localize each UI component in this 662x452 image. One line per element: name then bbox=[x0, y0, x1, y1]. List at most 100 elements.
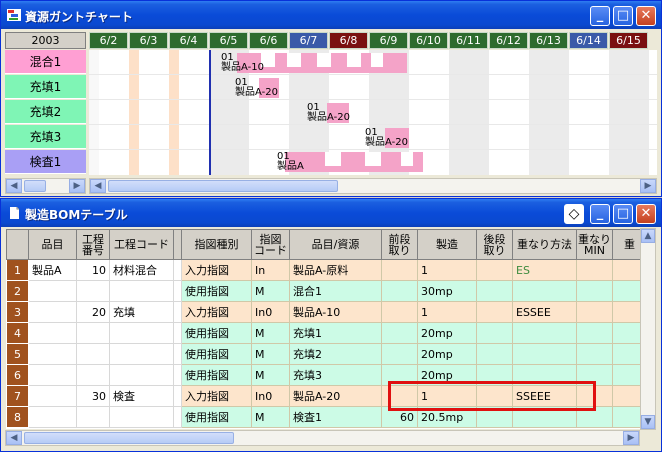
cell-empty[interactable] bbox=[173, 301, 182, 323]
col-header-extra[interactable]: 重 bbox=[612, 229, 642, 260]
col-header-post[interactable]: 後段 取り bbox=[476, 229, 513, 260]
cell-overlap[interactable]: ES bbox=[512, 259, 577, 281]
cell-inst-code[interactable]: M bbox=[251, 280, 290, 302]
cell-overlap[interactable]: ESSEE bbox=[512, 301, 577, 323]
cell-inst-code[interactable]: M bbox=[251, 322, 290, 344]
cell-step-code[interactable] bbox=[109, 280, 174, 302]
cell-empty[interactable] bbox=[612, 259, 642, 281]
cell-inst-type[interactable]: 使用指図 bbox=[181, 343, 252, 365]
col-header-inst-type[interactable]: 指図種別 bbox=[181, 229, 252, 260]
cell-item[interactable] bbox=[28, 301, 77, 323]
cell-overlap[interactable] bbox=[512, 280, 577, 302]
cell-pre[interactable] bbox=[381, 322, 418, 344]
scroll-right-arrow-icon[interactable]: ▶ bbox=[623, 431, 639, 445]
cell-item-res[interactable]: 混合1 bbox=[289, 280, 382, 302]
maximize-button[interactable]: □ bbox=[613, 6, 633, 26]
cell-inst-code[interactable]: M bbox=[251, 406, 290, 428]
cell-empty[interactable] bbox=[612, 301, 642, 323]
resource-label[interactable]: 充填1 bbox=[5, 75, 86, 99]
cell-empty[interactable] bbox=[612, 385, 642, 407]
cell-post[interactable] bbox=[476, 322, 513, 344]
cell-empty[interactable] bbox=[612, 343, 642, 365]
cell-item-res[interactable]: 充填1 bbox=[289, 322, 382, 344]
scroll-thumb[interactable] bbox=[24, 180, 46, 192]
scroll-left-arrow-icon[interactable]: ◀ bbox=[6, 179, 22, 193]
cell-step-no[interactable] bbox=[76, 322, 110, 344]
cell-inst-code[interactable]: M bbox=[251, 364, 290, 386]
scroll-thumb[interactable] bbox=[24, 432, 234, 444]
cell-step-no[interactable]: 30 bbox=[76, 385, 110, 407]
cell-step-code[interactable]: 充填 bbox=[109, 301, 174, 323]
cell-item[interactable] bbox=[28, 322, 77, 344]
cell-item-res[interactable]: 製品A-原料 bbox=[289, 259, 382, 281]
cell-step-no[interactable] bbox=[76, 364, 110, 386]
col-header-step-no[interactable]: 工程 番号 bbox=[76, 229, 110, 260]
scroll-up-arrow-icon[interactable]: ▲ bbox=[641, 229, 655, 243]
row-number[interactable]: 2 bbox=[6, 280, 29, 302]
bom-vertical-scrollbar[interactable]: ▲ ▼ bbox=[640, 228, 656, 430]
col-header-inst-code[interactable]: 指図 コード bbox=[251, 229, 290, 260]
table-row[interactable]: 3 20 充填 入力指図 In0 製品A-10 1 ESSEE bbox=[6, 301, 642, 323]
cell-overlap-min[interactable] bbox=[576, 322, 613, 344]
cell-mfg[interactable]: 20mp bbox=[417, 322, 477, 344]
cell-step-code[interactable] bbox=[109, 364, 174, 386]
cell-post[interactable] bbox=[476, 280, 513, 302]
table-row[interactable]: 5 使用指図 M 充填2 20mp bbox=[6, 343, 642, 365]
cell-item[interactable] bbox=[28, 343, 77, 365]
cell-mfg[interactable]: 1 bbox=[417, 259, 477, 281]
cell-empty[interactable] bbox=[173, 259, 182, 281]
cell-pre[interactable] bbox=[381, 280, 418, 302]
cell-mfg[interactable]: 20mp bbox=[417, 343, 477, 365]
row-number[interactable]: 1 bbox=[6, 259, 29, 281]
cell-item[interactable] bbox=[28, 385, 77, 407]
cell-empty[interactable] bbox=[173, 322, 182, 344]
col-header-overlap[interactable]: 重なり方法 bbox=[512, 229, 577, 260]
row-number[interactable]: 4 bbox=[6, 322, 29, 344]
cell-item[interactable] bbox=[28, 280, 77, 302]
cell-overlap[interactable] bbox=[512, 322, 577, 344]
resource-label[interactable]: 検査1 bbox=[5, 150, 86, 174]
cell-empty[interactable] bbox=[173, 406, 182, 428]
cell-inst-type[interactable]: 入力指図 bbox=[181, 259, 252, 281]
maximize-button[interactable]: □ bbox=[613, 204, 633, 224]
cell-item-res[interactable]: 充填3 bbox=[289, 364, 382, 386]
cell-item-res[interactable]: 製品A-10 bbox=[289, 301, 382, 323]
bom-horizontal-scrollbar[interactable]: ◀ ▶ bbox=[5, 430, 640, 446]
cell-item[interactable] bbox=[28, 364, 77, 386]
cell-inst-code[interactable]: In bbox=[251, 259, 290, 281]
cell-mfg[interactable]: 1 bbox=[417, 301, 477, 323]
col-header-pre[interactable]: 前段 取り bbox=[381, 229, 418, 260]
scroll-right-arrow-icon[interactable]: ▶ bbox=[640, 179, 656, 193]
gantt-scrollbar[interactable]: ◀ ▶ bbox=[89, 178, 657, 194]
cell-step-code[interactable]: 材料混合 bbox=[109, 259, 174, 281]
cell-inst-code[interactable]: In0 bbox=[251, 385, 290, 407]
table-row[interactable]: 2 使用指図 M 混合1 30mp bbox=[6, 280, 642, 302]
resource-label[interactable]: 充填3 bbox=[5, 125, 86, 149]
resource-scrollbar[interactable]: ◀ ▶ bbox=[5, 178, 86, 194]
scroll-left-arrow-icon[interactable]: ◀ bbox=[6, 431, 22, 445]
diamond-icon[interactable]: ◇ bbox=[564, 204, 584, 224]
cell-inst-type[interactable]: 使用指図 bbox=[181, 406, 252, 428]
cell-step-code[interactable]: 検査 bbox=[109, 385, 174, 407]
bom-titlebar[interactable]: 製造BOMテーブル ◇ _ □ ✕ bbox=[1, 199, 661, 227]
cell-inst-code[interactable]: M bbox=[251, 343, 290, 365]
col-header-step-code[interactable]: 工程コード bbox=[109, 229, 174, 260]
cell-pre[interactable] bbox=[381, 301, 418, 323]
minimize-button[interactable]: _ bbox=[590, 6, 610, 26]
cell-inst-type[interactable]: 使用指図 bbox=[181, 364, 252, 386]
cell-step-no[interactable] bbox=[76, 406, 110, 428]
table-row[interactable]: 4 使用指図 M 充填1 20mp bbox=[6, 322, 642, 344]
minimize-button[interactable]: _ bbox=[590, 204, 610, 224]
cell-empty[interactable] bbox=[173, 385, 182, 407]
cell-inst-type[interactable]: 使用指図 bbox=[181, 322, 252, 344]
row-number[interactable]: 7 bbox=[6, 385, 29, 407]
cell-item[interactable] bbox=[28, 406, 77, 428]
cell-step-no[interactable]: 20 bbox=[76, 301, 110, 323]
gantt-chart-area[interactable]: 01 製品A-10 01 製品A-20 01 製品A-20 01 製品A-20 01 製品… bbox=[89, 50, 657, 175]
row-number[interactable]: 6 bbox=[6, 364, 29, 386]
cell-empty[interactable] bbox=[612, 406, 642, 428]
scroll-thumb[interactable] bbox=[108, 180, 338, 192]
row-number[interactable]: 5 bbox=[6, 343, 29, 365]
cell-mfg[interactable]: 30mp bbox=[417, 280, 477, 302]
scroll-down-arrow-icon[interactable]: ▼ bbox=[641, 415, 655, 429]
